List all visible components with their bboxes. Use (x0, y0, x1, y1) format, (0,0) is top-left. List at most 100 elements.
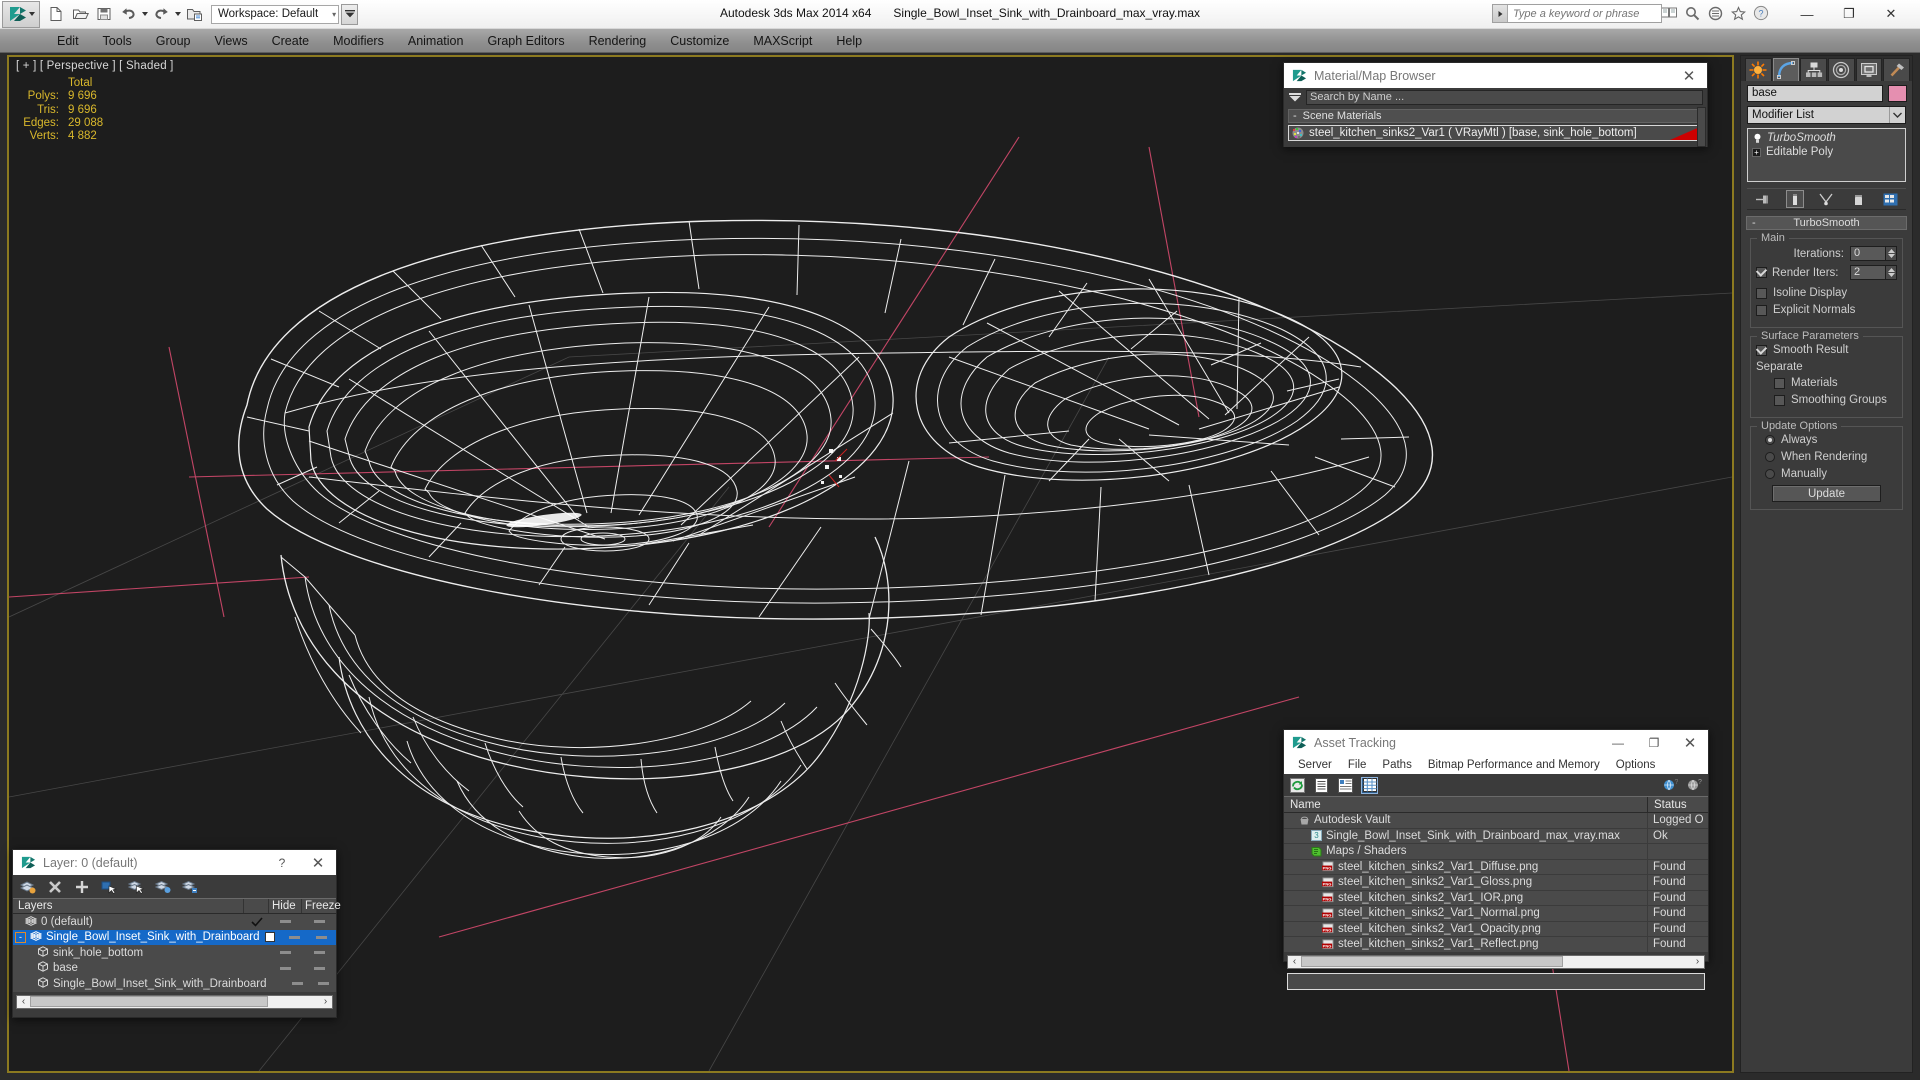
application-menu-button[interactable] (2, 0, 40, 28)
hierarchy-tab[interactable] (1800, 58, 1828, 81)
update-option-when-rendering[interactable]: When Rendering (1756, 451, 1897, 463)
modify-tab[interactable] (1772, 58, 1800, 81)
hide-toggle[interactable] (280, 935, 307, 939)
remove-modifier-icon[interactable] (1849, 190, 1867, 208)
filter-dropdown-icon[interactable] (1288, 91, 1302, 105)
update-option-manually[interactable]: Manually (1756, 468, 1897, 480)
redo-dropdown-icon[interactable] (174, 4, 181, 25)
collapse-expander-icon[interactable]: - (15, 931, 26, 943)
material-list-item[interactable]: steel_kitchen_sinks2_Var1 ( VRayMtl ) [b… (1288, 125, 1703, 141)
workspace-selector[interactable]: Workspace: Default ▾ (211, 4, 340, 24)
list-item[interactable]: base (13, 961, 336, 977)
iterations-value[interactable]: 0 (1850, 246, 1886, 261)
menu-item-customize[interactable]: Customize (658, 30, 741, 52)
update-option-always[interactable]: Always (1756, 434, 1897, 446)
menu-item-file[interactable]: File (1340, 759, 1375, 771)
hide-toggle[interactable] (285, 982, 310, 986)
close-button[interactable]: ✕ (300, 850, 336, 875)
highlight-selected-objects-icon[interactable] (155, 879, 171, 895)
column-header-layers[interactable]: Layers (13, 899, 244, 913)
menu-item-bitmap-performance[interactable]: Bitmap Performance and Memory (1420, 759, 1608, 771)
table-row[interactable]: PNG steel_kitchen_sinks2_Var1_Reflect.pn… (1284, 937, 1708, 953)
menu-item-modifiers[interactable]: Modifiers (321, 30, 396, 52)
make-unique-icon[interactable] (1817, 190, 1835, 208)
render-iters-spinner[interactable]: 2 (1850, 265, 1897, 280)
create-new-layer-icon[interactable] (20, 879, 36, 895)
current-layer-checkbox[interactable] (260, 932, 281, 943)
set-project-folder-icon[interactable] (183, 4, 205, 25)
hide-unhide-layer-icon[interactable] (182, 879, 198, 895)
select-objects-in-layer-icon[interactable] (101, 879, 117, 895)
modifier-stack-item-editable-poly[interactable]: + Editable Poly (1750, 145, 1903, 159)
material-browser-scrollbar[interactable] (1697, 107, 1706, 147)
materials-row[interactable]: Materials (1756, 377, 1897, 389)
select-highlighted-objects-icon[interactable] (128, 879, 144, 895)
materials-checkbox[interactable] (1774, 377, 1785, 389)
close-button[interactable]: ✕ (1671, 63, 1707, 88)
show-end-result-icon[interactable] (1785, 190, 1804, 208)
menu-item-server[interactable]: Server (1290, 759, 1340, 771)
delete-layer-icon[interactable] (47, 879, 63, 895)
object-name-field[interactable]: base (1747, 85, 1883, 102)
radio-when-rendering-icon[interactable] (1765, 452, 1775, 462)
column-header-hide[interactable]: Hide (269, 899, 302, 913)
infocenter-search[interactable] (1492, 4, 1662, 23)
search-input[interactable] (1508, 7, 1661, 20)
scroll-right-icon[interactable]: › (1691, 956, 1704, 967)
column-header-name[interactable]: Name (1284, 797, 1648, 812)
menu-item-maxscript[interactable]: MAXScript (741, 30, 824, 52)
details-view-icon[interactable] (1337, 777, 1354, 794)
save-file-icon[interactable] (93, 4, 115, 25)
layer-table-rows[interactable]: 0 (default) - Single_Bowl_Inset_Sink_wit… (13, 914, 336, 992)
collapse-icon[interactable]: - (1293, 110, 1297, 122)
menu-item-tools[interactable]: Tools (91, 30, 144, 52)
smoothing-groups-row[interactable]: Smoothing Groups (1756, 394, 1897, 406)
scrollbar-thumb[interactable] (30, 996, 268, 1007)
table-row[interactable]: PNG steel_kitchen_sinks2_Var1_Normal.png… (1284, 906, 1708, 922)
object-color-swatch[interactable] (1888, 85, 1907, 102)
menu-item-rendering[interactable]: Rendering (577, 30, 659, 52)
radio-always-icon[interactable] (1765, 435, 1775, 445)
freeze-toggle[interactable] (302, 920, 336, 924)
search-icon[interactable] (1683, 4, 1701, 22)
help-icon[interactable]: ? (1752, 4, 1770, 22)
menu-item-graph-editors[interactable]: Graph Editors (475, 30, 576, 52)
create-tab[interactable] (1745, 58, 1772, 81)
modifier-list-dropdown[interactable]: Modifier List (1747, 106, 1906, 124)
undo-dropdown-icon[interactable] (141, 4, 148, 25)
material-search-input[interactable]: Search by Name ... (1306, 90, 1703, 105)
asset-tracking-rows[interactable]: Autodesk Vault Logged O 3 Single_Bowl_In… (1284, 813, 1708, 953)
iterations-spinner[interactable]: 0 (1850, 246, 1897, 261)
layer-horizontal-scrollbar[interactable]: ‹ › (16, 994, 333, 1009)
column-header-freeze[interactable]: Freeze (302, 899, 341, 913)
workspace-dropdown-button[interactable] (341, 3, 359, 25)
render-iters-value[interactable]: 2 (1850, 265, 1886, 280)
scroll-left-icon[interactable]: ‹ (17, 996, 30, 1007)
list-item[interactable]: - Single_Bowl_Inset_Sink_with_Drainboard (13, 929, 336, 945)
minimize-button[interactable]: — (1600, 730, 1636, 755)
radio-manually-icon[interactable] (1765, 469, 1775, 479)
table-row[interactable]: Autodesk Vault Logged O (1284, 813, 1708, 829)
material-browser-list[interactable]: - Scene Materials steel_kitchen_sinks2_V… (1284, 107, 1707, 147)
list-item[interactable]: 0 (default) (13, 914, 336, 930)
column-header-status[interactable]: Status (1648, 797, 1708, 812)
smooth-result-row[interactable]: Smooth Result (1756, 344, 1897, 356)
maximize-button[interactable]: ❐ (1828, 2, 1870, 26)
list-view-icon[interactable] (1313, 777, 1330, 794)
table-row[interactable]: PNG steel_kitchen_sinks2_Var1_Gloss.png … (1284, 875, 1708, 891)
menu-item-create[interactable]: Create (260, 30, 322, 52)
viewport-label[interactable]: [ + ] [ Perspective ] [ Shaded ] (16, 60, 174, 72)
update-button[interactable]: Update (1772, 485, 1881, 502)
lightbulb-icon[interactable] (1752, 133, 1762, 144)
scene-materials-group[interactable]: - Scene Materials (1288, 109, 1703, 123)
table-row[interactable]: Maps / Shaders (1284, 844, 1708, 860)
maximize-button[interactable]: ❐ (1636, 730, 1672, 755)
favorites-star-icon[interactable] (1729, 4, 1747, 22)
list-item[interactable]: sink_hole_bottom (13, 945, 336, 961)
scroll-right-icon[interactable]: › (319, 996, 332, 1007)
close-button[interactable]: ✕ (1870, 2, 1912, 26)
modifier-stack[interactable]: TurboSmooth + Editable Poly (1747, 128, 1906, 182)
communication-center-icon[interactable] (1660, 4, 1678, 22)
add-selection-to-layer-icon[interactable] (74, 879, 90, 895)
spinner-arrows-icon[interactable] (1886, 265, 1897, 280)
